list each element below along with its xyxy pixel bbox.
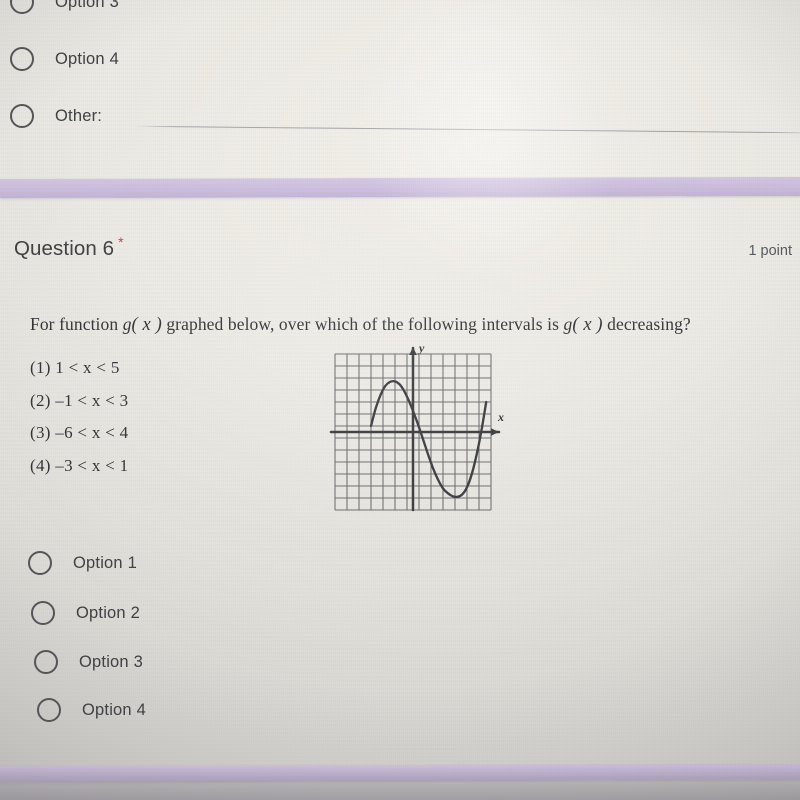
section-divider-bottom [0,763,800,783]
x-axis-label: x [497,410,504,424]
function-name-g: g [563,314,573,334]
curve-gx [369,379,488,499]
prompt-part-2: graphed below, over which of the followi… [161,314,564,334]
radio-label: Option 2 [76,603,140,622]
answer-choice-4: (4) –3 < x < 1 [30,455,129,475]
answer-choice-2: (2) –1 < x < 3 [30,390,129,410]
y-axis-label: y [417,342,425,355]
function-name-g: g [122,314,132,334]
radio-row-option-1[interactable]: Option 1 [28,551,137,575]
radio-row-option-3[interactable]: Option 3 [34,650,143,674]
radio-label: Option 4 [55,49,119,68]
radio-label: Other: [55,106,103,125]
radio-button-icon[interactable] [34,650,58,674]
radio-button-icon[interactable] [31,601,55,625]
answer-choice-list: (1) 1 < x < 5 (2) –1 < x < 3 (3) –6 < x … [30,358,128,488]
radio-label: Option 3 [55,0,119,11]
prompt-part-3: decreasing? [602,314,691,334]
function-arg-x: ( x ) [131,315,162,335]
axis-arrowheads [409,347,499,436]
prompt-part-1: For function [30,314,123,334]
page-title: Question 6 * [14,234,124,261]
graph-svg: x y [329,342,504,512]
radio-row-option-2[interactable]: Option 2 [31,601,140,625]
radio-button-icon[interactable] [10,104,34,128]
radio-row-option-4-prev[interactable]: Option 4 [10,47,119,71]
radio-row-option-4[interactable]: Option 4 [37,698,146,722]
points-badge: 1 point [748,243,792,259]
radio-button-icon[interactable] [10,0,34,14]
radio-button-icon[interactable] [28,551,52,575]
radio-label: Option 4 [82,700,146,719]
radio-label: Option 1 [73,553,137,572]
radio-button-icon[interactable] [10,47,34,71]
function-arg-x: ( x ) [572,315,603,335]
y-axis-arrow [409,347,417,355]
function-graph: x y [320,342,510,530]
x-axis-arrow [491,428,499,436]
question-title-text: Question 6 [14,236,115,260]
required-asterisk: * [118,234,124,250]
radio-row-option-3-prev[interactable]: Option 3 [10,0,119,14]
radio-label: Option 3 [79,652,143,671]
radio-row-other-prev[interactable]: Other: [10,104,102,128]
answer-choice-3: (3) –6 < x < 4 [30,423,129,442]
answer-choice-1: (1) 1 < x < 5 [30,358,120,377]
radio-button-icon[interactable] [37,698,61,722]
question-prompt: For function g( x ) graphed below, over … [30,314,691,336]
section-divider-top [0,176,800,199]
question-image: For function g( x ) graphed below, over … [14,300,786,535]
